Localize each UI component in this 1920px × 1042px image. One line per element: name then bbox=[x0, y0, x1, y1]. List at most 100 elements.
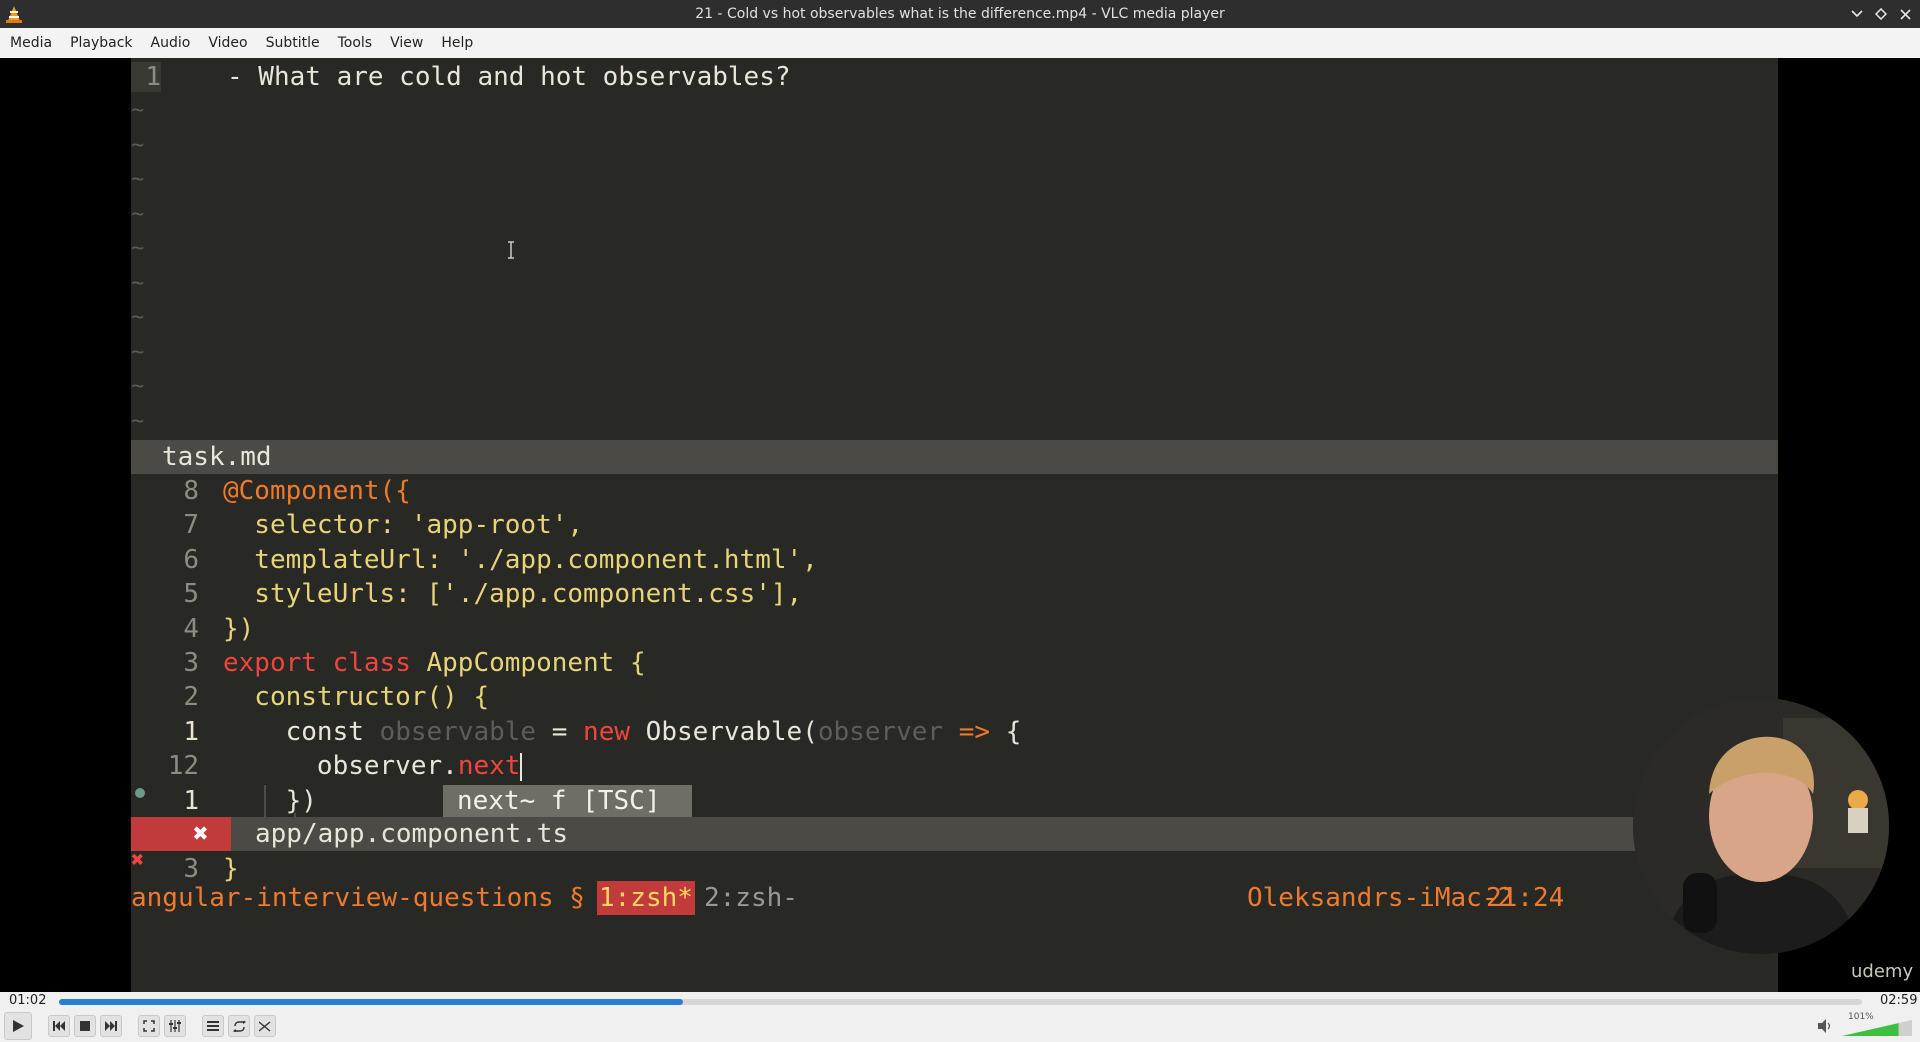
sign-dot-icon bbox=[135, 788, 145, 798]
previous-button[interactable] bbox=[48, 1015, 70, 1037]
line-number: 6 bbox=[183, 544, 199, 575]
code-line: export class AppComponent { bbox=[223, 646, 646, 680]
code-token: @Component({ bbox=[223, 476, 411, 506]
text-cursor-icon bbox=[507, 236, 515, 259]
close-icon[interactable] bbox=[1896, 5, 1914, 23]
menu-video[interactable]: Video bbox=[208, 35, 257, 51]
menu-audio[interactable]: Audio bbox=[151, 35, 201, 51]
code-line: templateUrl: './app.component.html', bbox=[223, 543, 818, 577]
code-token: }) bbox=[223, 613, 255, 644]
loop-button[interactable] bbox=[228, 1015, 250, 1037]
volume-level bbox=[1842, 1023, 1899, 1036]
line-number: 2 bbox=[183, 682, 199, 713]
code-token: observer. bbox=[223, 751, 458, 782]
code-line: selector: 'app-root', bbox=[223, 508, 583, 542]
tmux-window-active: 1:zsh* bbox=[597, 881, 695, 915]
code-token: './app.component.html', bbox=[457, 544, 818, 575]
fullscreen-button[interactable] bbox=[138, 1015, 160, 1037]
code-token: templateUrl: bbox=[223, 544, 458, 575]
empty-line-marker: ~ bbox=[131, 408, 145, 434]
bottom-status-filename: app/app.component.ts bbox=[255, 819, 569, 849]
line-number: 1 bbox=[183, 716, 199, 747]
code-token: = bbox=[551, 716, 584, 747]
volume-icon[interactable] bbox=[1818, 1019, 1834, 1037]
play-button[interactable] bbox=[4, 1012, 32, 1040]
top-status-filename: task.md bbox=[162, 442, 272, 472]
code-line: observer.next bbox=[223, 749, 523, 783]
line-number: 3 bbox=[183, 648, 199, 678]
seek-row: 01:02 02:59 bbox=[0, 992, 1920, 1010]
extended-settings-button[interactable] bbox=[164, 1015, 186, 1037]
error-mark-icon: ✖ bbox=[193, 819, 209, 849]
empty-line-marker: ~ bbox=[131, 201, 145, 227]
menu-view[interactable]: View bbox=[390, 35, 433, 51]
video-surface[interactable]: 1 - What are cold and hot observables? ~… bbox=[0, 58, 1920, 992]
restore-icon[interactable] bbox=[1872, 5, 1890, 23]
code-token: () { bbox=[426, 682, 490, 713]
menu-media[interactable]: Media bbox=[10, 35, 62, 51]
elapsed-time: 01:02 bbox=[9, 993, 47, 1008]
code-line: styleUrls: ['./app.component.css'], bbox=[223, 577, 802, 611]
chevron-down-icon[interactable] bbox=[1848, 5, 1866, 23]
volume-slider[interactable] bbox=[1842, 1020, 1914, 1038]
line-number: 12 bbox=[167, 751, 199, 782]
line-number: 4 bbox=[183, 613, 199, 644]
tmux-session: angular-interview-questions § bbox=[131, 883, 585, 913]
seek-slider[interactable] bbox=[59, 999, 1862, 1005]
menu-bar: Media Playback Audio Video Subtitle Tool… bbox=[0, 28, 1920, 58]
code-token: } bbox=[223, 854, 239, 885]
code-token: styleUrls: bbox=[223, 579, 427, 610]
code-token: constructor bbox=[223, 682, 427, 713]
empty-line-marker: ~ bbox=[131, 305, 145, 330]
completion-item[interactable]: next~ f [TSC] bbox=[457, 786, 661, 816]
error-segment bbox=[131, 817, 231, 851]
top-line-text: - What are cold and hot observables? bbox=[227, 62, 791, 92]
webcam-overlay bbox=[1633, 698, 1889, 954]
total-time: 02:59 bbox=[1880, 993, 1918, 1008]
tmux-window-inactive: 2:zsh- bbox=[704, 883, 798, 913]
control-bar bbox=[0, 1010, 1920, 1042]
code-token: selector: bbox=[223, 510, 411, 541]
code-line: }) bbox=[223, 784, 317, 818]
window-title: 21 - Cold vs hot observables what is the… bbox=[695, 6, 1225, 22]
menu-help[interactable]: Help bbox=[441, 35, 483, 51]
code-token: export bbox=[223, 648, 333, 678]
menu-tools[interactable]: Tools bbox=[338, 35, 383, 51]
code-token: observable bbox=[379, 716, 552, 747]
line-number: 1 bbox=[183, 785, 199, 816]
code-token: }) bbox=[223, 785, 317, 816]
vlc-window: 21 - Cold vs hot observables what is the… bbox=[0, 0, 1920, 1042]
top-line-number: 1 bbox=[145, 62, 161, 92]
bottom-status-bar: ✖ app/app.component.ts t] bbox=[131, 817, 1778, 851]
tmux-hostname: Oleksandrs-iMac-2 bbox=[1247, 883, 1514, 913]
tmux-clock: 21:24 bbox=[1486, 883, 1565, 913]
completion-popup[interactable]: next~ f [TSC] bbox=[443, 785, 692, 817]
line-number: 7 bbox=[183, 510, 199, 541]
shuffle-button[interactable] bbox=[254, 1015, 276, 1037]
empty-line-marker: ~ bbox=[131, 132, 145, 158]
code-token: new bbox=[583, 716, 646, 747]
code-line: }) bbox=[223, 612, 254, 646]
code-token: { bbox=[1005, 716, 1022, 747]
stop-button[interactable] bbox=[74, 1015, 96, 1037]
code-token: const bbox=[223, 716, 380, 747]
tmux-status-line: angular-interview-questions § 1:zsh* 2:z… bbox=[131, 881, 1778, 915]
code-line: const observable = new Observable(observ… bbox=[223, 715, 1022, 749]
code-token: ['./app.component.css'], bbox=[426, 579, 803, 610]
playlist-button[interactable] bbox=[202, 1015, 224, 1037]
title-bar: 21 - Cold vs hot observables what is the… bbox=[0, 0, 1920, 28]
line-number: 5 bbox=[183, 579, 199, 610]
menu-playback[interactable]: Playback bbox=[70, 35, 142, 51]
text-caret bbox=[520, 752, 523, 781]
empty-line-marker: ~ bbox=[131, 236, 145, 261]
menu-subtitle[interactable]: Subtitle bbox=[266, 35, 330, 51]
code-token: observer bbox=[817, 716, 959, 747]
editor-frame: 1 - What are cold and hot observables? ~… bbox=[131, 58, 1913, 992]
udemy-watermark: udemy bbox=[1851, 961, 1914, 982]
code-token: Observable( bbox=[645, 716, 818, 747]
empty-line-marker: ~ bbox=[131, 374, 145, 399]
next-button[interactable] bbox=[100, 1015, 122, 1037]
code-token: 'app-root', bbox=[410, 510, 584, 541]
error-sign-icon: ✖ bbox=[131, 848, 145, 873]
code-line: constructor() { bbox=[223, 680, 489, 714]
